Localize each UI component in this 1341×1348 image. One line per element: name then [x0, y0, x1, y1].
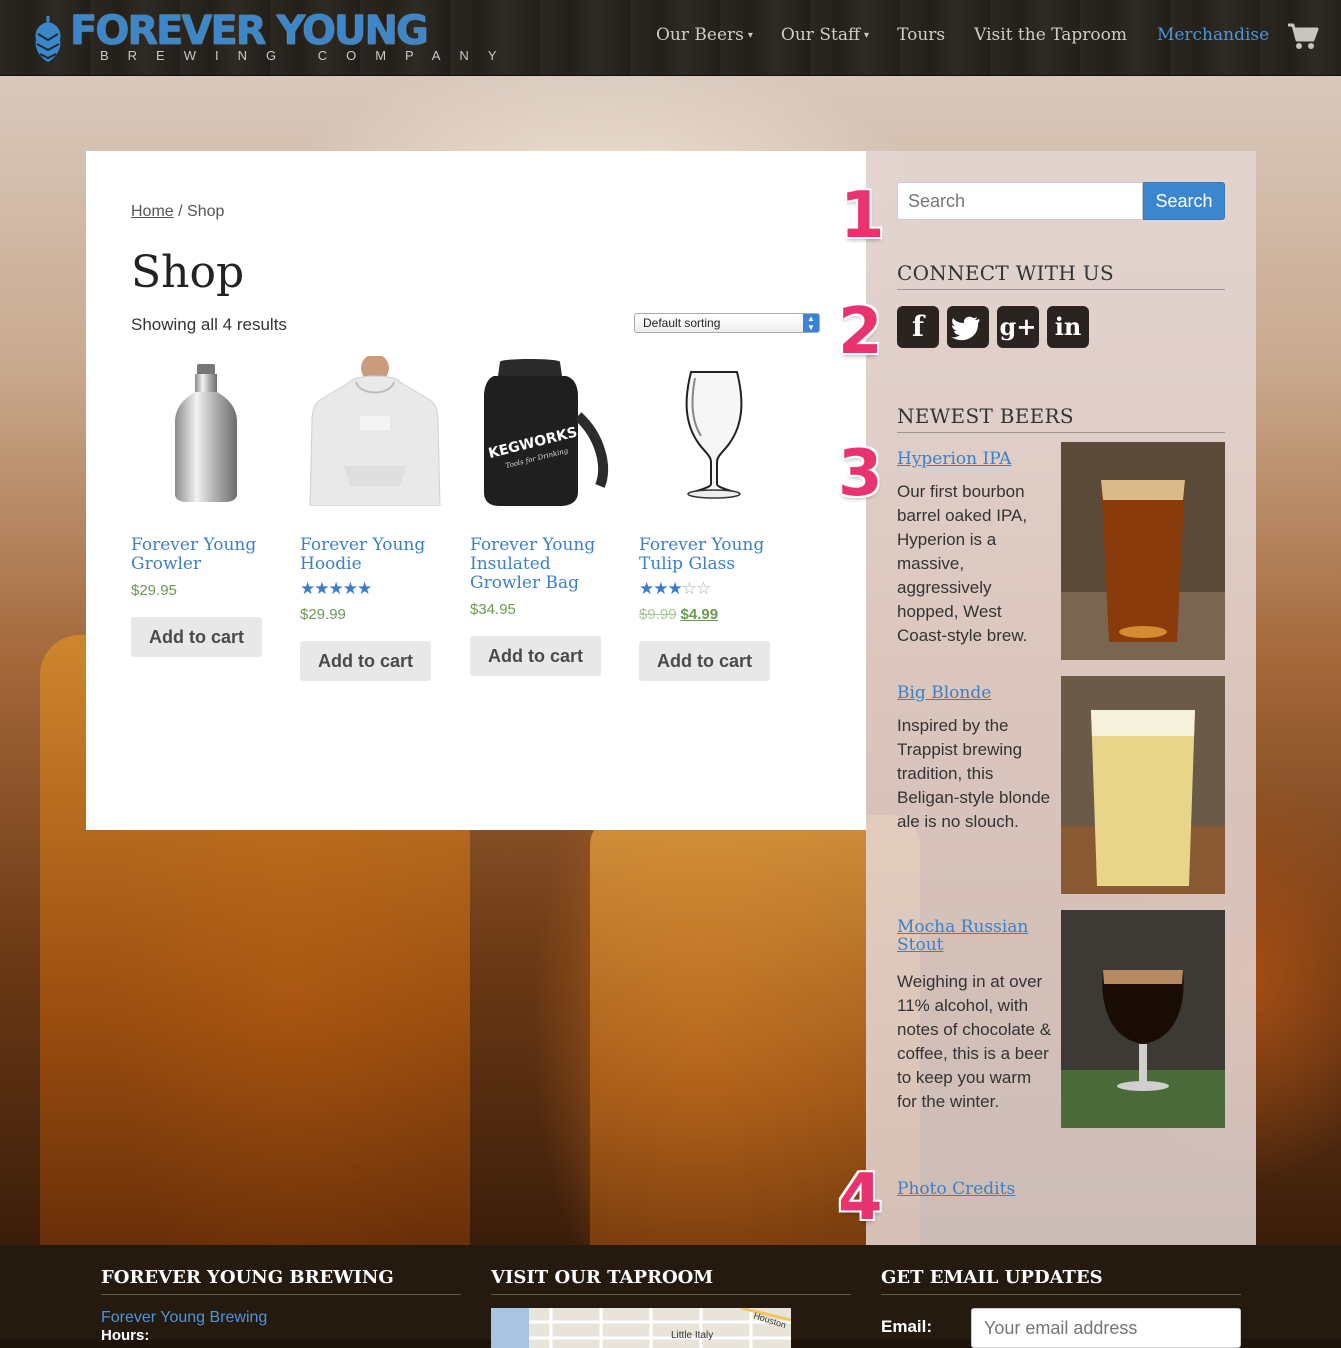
rating-stars: ★★★☆☆: [639, 579, 711, 598]
product-price: $9.99 $4.99: [639, 606, 789, 623]
sidebar: Search CONNECT WITH US f g+ in NEWEST BE…: [866, 151, 1256, 1245]
product-card: Forever Young Tulip Glass ★★★☆☆ $9.99 $4.…: [639, 356, 789, 681]
footer-title: FOREVER YOUNG BREWING: [101, 1267, 461, 1295]
beer-photo-stout[interactable]: [1061, 910, 1225, 1128]
beer-photo-blonde[interactable]: [1061, 676, 1225, 894]
nav-visit-taproom[interactable]: Visit the Taproom: [974, 25, 1127, 45]
breadcrumb-current: Shop: [187, 203, 225, 220]
nav-tours[interactable]: Tours: [897, 25, 945, 45]
google-plus-icon[interactable]: g+: [997, 306, 1039, 348]
taproom-map[interactable]: Little Italy Houston: [491, 1308, 791, 1348]
add-to-cart-button[interactable]: Add to cart: [470, 636, 602, 676]
search-input[interactable]: [897, 182, 1143, 220]
product-name[interactable]: Forever Young Insulated Growler Bag: [470, 536, 620, 593]
logo-subtitle: BREWING COMPANY: [100, 48, 516, 63]
nav-our-beers[interactable]: Our Beers ▾: [656, 25, 753, 45]
beer-name-link[interactable]: Hyperion IPA: [897, 450, 1047, 468]
hop-icon: [35, 16, 61, 62]
add-to-cart-button[interactable]: Add to cart: [131, 617, 263, 657]
email-label: Email:: [881, 1317, 933, 1336]
social-links: f g+ in: [897, 306, 1089, 348]
callout-number: 1: [840, 179, 885, 253]
product-image-growler[interactable]: [131, 356, 281, 506]
site-logo[interactable]: FOREVER YOUNG BREWING COMPANY: [30, 8, 497, 66]
linkedin-icon[interactable]: in: [1047, 306, 1089, 348]
connect-title: CONNECT WITH US: [897, 261, 1225, 290]
callout-number: 2: [838, 295, 883, 369]
footer-col-brewing: FOREVER YOUNG BREWING Forever Young Brew…: [101, 1267, 461, 1344]
newest-beers-title: NEWEST BEERS: [897, 404, 1225, 433]
beer-description: Our first bourbon barrel oaked IPA, Hype…: [897, 482, 1028, 645]
beer-description: Inspired by the Trappist brewing traditi…: [897, 716, 1051, 831]
site-header: FOREVER YOUNG BREWING COMPANY Our Beers ▾…: [0, 0, 1341, 76]
product-price: $29.99: [300, 606, 346, 623]
callout-number: 4: [838, 1161, 883, 1235]
map-graphic: Little Italy Houston: [491, 1308, 791, 1348]
email-input[interactable]: [971, 1308, 1241, 1348]
product-card: KEGWORKS Tools for Drinking Forever Youn…: [470, 356, 620, 676]
result-count: Showing all 4 results: [131, 315, 287, 334]
beer-photo-ipa[interactable]: [1061, 442, 1225, 660]
sort-select-value: Default sorting: [643, 316, 721, 330]
callout-number: 3: [838, 437, 883, 511]
product-card: Forever Young Hoodie ★★★★★ $29.99 Add to…: [300, 356, 450, 681]
growler-image: [175, 364, 237, 502]
breadcrumb: Home / Shop: [131, 203, 224, 221]
facebook-icon[interactable]: f: [897, 306, 939, 348]
add-to-cart-button[interactable]: Add to cart: [300, 641, 432, 681]
footer-hours-label: Hours:: [101, 1327, 150, 1344]
beer-description: Weighing in at over 11% alcohol, with no…: [897, 972, 1052, 1111]
product-price: $34.95: [470, 601, 516, 618]
footer-col-email: GET EMAIL UPDATES: [881, 1267, 1241, 1295]
product-image-hoodie[interactable]: [300, 356, 450, 506]
beer-name-link[interactable]: Mocha Russian Stout: [897, 918, 1047, 954]
beer-name-link[interactable]: Big Blonde: [897, 684, 1047, 702]
caret-down-icon: ▾: [747, 30, 753, 41]
main-nav: Our Beers ▾ Our Staff ▾ Tours Visit the Ta…: [656, 25, 1269, 45]
nav-merchandise[interactable]: Merchandise: [1157, 25, 1269, 45]
tulip-glass-image: [685, 371, 743, 499]
breadcrumb-home-link[interactable]: Home: [131, 203, 174, 220]
photo-credits-link[interactable]: Photo Credits: [897, 1179, 1015, 1199]
old-price: $9.99: [639, 606, 677, 623]
search-button[interactable]: Search: [1143, 182, 1225, 220]
breadcrumb-separator: /: [173, 203, 188, 220]
product-price: $29.95: [131, 582, 177, 599]
footer-title: GET EMAIL UPDATES: [881, 1267, 1241, 1295]
product-image-growler-bag[interactable]: KEGWORKS Tools for Drinking: [470, 356, 620, 506]
product-card: Forever Young Growler $29.95 Add to cart: [131, 356, 281, 657]
footer-brewing-link[interactable]: Forever Young Brewing: [101, 1309, 461, 1327]
add-to-cart-button[interactable]: Add to cart: [639, 641, 771, 681]
page-title: Shop: [131, 247, 245, 298]
hoodie-image: [309, 356, 441, 506]
sale-price: $4.99: [680, 606, 719, 623]
product-name[interactable]: Forever Young Growler: [131, 536, 281, 574]
growler-bag-image: KEGWORKS Tools for Drinking: [484, 359, 608, 506]
twitter-icon[interactable]: [947, 306, 989, 348]
nav-our-staff[interactable]: Our Staff ▾: [781, 25, 869, 45]
sort-select[interactable]: Default sorting ▲ ▼: [634, 313, 820, 333]
caret-down-icon: ▾: [864, 30, 870, 41]
product-image-tulip-glass[interactable]: [639, 356, 789, 506]
rating-stars: ★★★★★: [300, 579, 372, 598]
shop-panel: Home / Shop Shop Showing all 4 results D…: [86, 151, 866, 830]
select-arrows-icon: ▲ ▼: [803, 314, 819, 332]
product-name[interactable]: Forever Young Tulip Glass: [639, 536, 789, 574]
footer-col-taproom: VISIT OUR TAPROOM: [491, 1267, 851, 1295]
footer-title: VISIT OUR TAPROOM: [491, 1267, 851, 1295]
cart-icon[interactable]: [1287, 22, 1319, 50]
map-label-little-italy: Little Italy: [671, 1330, 713, 1341]
product-name[interactable]: Forever Young Hoodie: [300, 536, 450, 574]
